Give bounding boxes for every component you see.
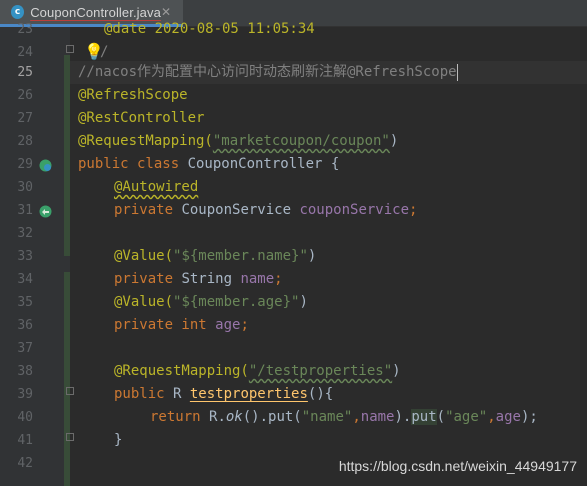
- code-line-23: @date 2020-08-05 11:05:34: [104, 21, 315, 37]
- line-number: 34: [17, 272, 33, 287]
- code-line-34: private String name;: [114, 271, 283, 287]
- line-number: 39: [17, 387, 33, 402]
- line-number: 36: [17, 318, 33, 333]
- code-line-38: @RequestMapping("/testproperties"): [114, 363, 401, 379]
- line-number: 29: [17, 157, 33, 172]
- line-number: 42: [17, 456, 33, 471]
- line-number: 38: [17, 364, 33, 379]
- code-line-29: public class CouponController {: [78, 156, 340, 172]
- code-line-25: //nacos作为配置中心访问时动态刷新注解@RefreshScope: [78, 63, 458, 81]
- line-number: 35: [17, 295, 33, 310]
- gutter: 23 24 25 26 27 28 29 30 31 32 33 34 35 3…: [0, 22, 74, 486]
- code-line-31: private CouponService couponService;: [114, 202, 418, 218]
- code-line-33: @Value("${member.name}"): [114, 248, 317, 264]
- line-number: 33: [17, 249, 33, 264]
- code-line-27: @RestController: [78, 110, 205, 126]
- code-line-26: @RefreshScope: [78, 87, 188, 103]
- code-line-40: return R.ok().put("name",name).put("age"…: [150, 409, 538, 425]
- line-number: 26: [17, 88, 33, 103]
- line-number: 41: [17, 433, 33, 448]
- line-number: 25: [17, 65, 33, 80]
- code-line-39: public R testproperties(){: [114, 386, 334, 402]
- spring-bean-icon[interactable]: [39, 159, 52, 172]
- line-number: 27: [17, 111, 33, 126]
- line-number: 31: [17, 203, 33, 218]
- java-class-icon: c: [11, 5, 25, 19]
- watermark: https://blog.csdn.net/weixin_44949177: [338, 458, 577, 474]
- code-line-28: @RequestMapping("marketcoupon/coupon"): [78, 133, 399, 149]
- line-number: 30: [17, 180, 33, 195]
- line-number: 23: [17, 22, 33, 37]
- code-line-36: private int age;: [114, 317, 249, 333]
- code-editor[interactable]: @date 2020-08-05 11:05:34 💡 / //nacos作为配…: [70, 21, 587, 486]
- text-caret: [456, 63, 458, 81]
- line-number: 32: [17, 226, 33, 241]
- close-icon[interactable]: ✕: [161, 5, 171, 19]
- line-number: 28: [17, 134, 33, 149]
- code-line-30: @Autowired: [114, 179, 199, 195]
- line-number: 40: [17, 410, 33, 425]
- code-line-41: }: [114, 432, 123, 448]
- spring-autowired-icon[interactable]: [39, 205, 52, 218]
- code-line-35: @Value("${member.age}"): [114, 294, 308, 310]
- line-number: 37: [17, 341, 33, 356]
